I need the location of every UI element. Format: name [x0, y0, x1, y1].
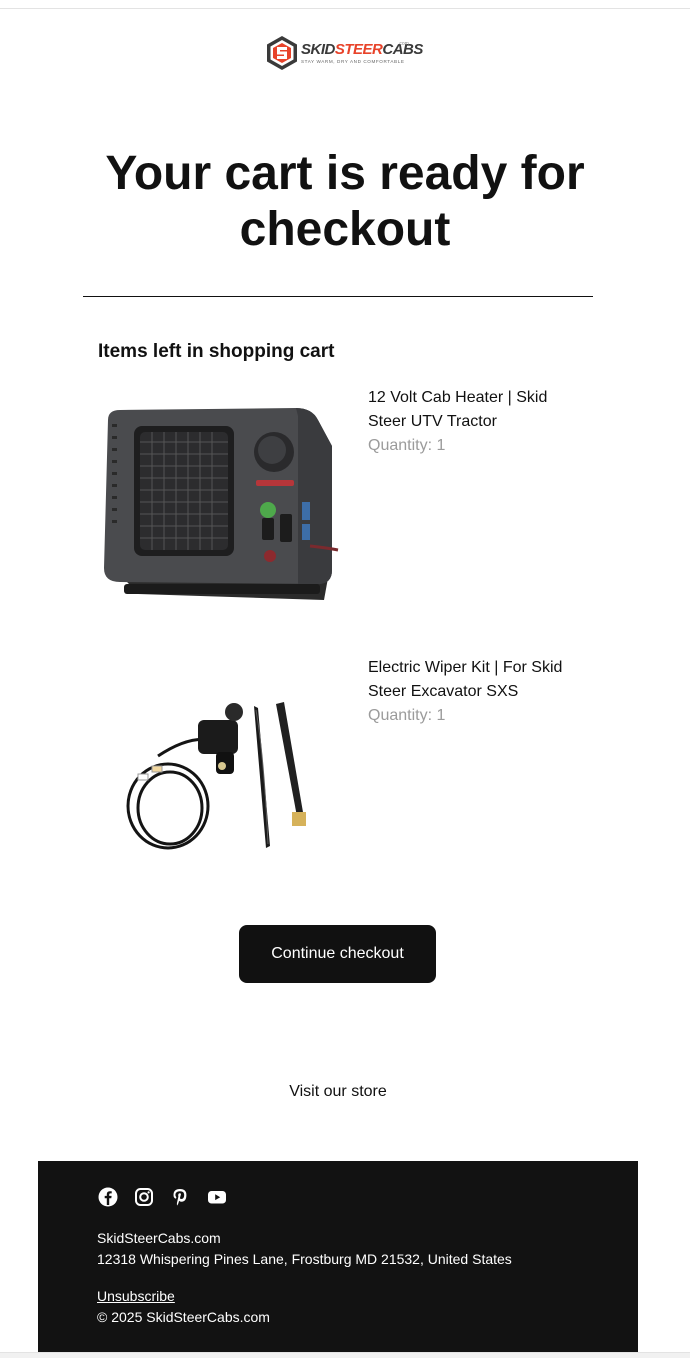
top-divider	[0, 8, 690, 9]
bottom-divider	[0, 1352, 690, 1358]
footer: SkidSteerCabs.com 12318 Whispering Pines…	[38, 1161, 638, 1352]
logo-domain: .com	[398, 41, 409, 47]
brand-logo[interactable]: SKIDSTEERCABS .com STAY WARM, DRY AND CO…	[266, 35, 423, 71]
page-title: Your cart is ready for checkout	[105, 147, 585, 256]
section-divider	[83, 296, 593, 297]
item-quantity: Quantity: 1	[368, 707, 446, 724]
facebook-icon[interactable]	[97, 1186, 119, 1208]
logo-hex-icon	[267, 36, 297, 70]
cart-item: Electric Wiper Kit | For Skid Steer Exca…	[98, 656, 578, 906]
footer-address: 12318 Whispering Pines Lane, Frostburg M…	[97, 1251, 512, 1267]
visit-store-link[interactable]: Visit our store	[0, 1080, 676, 1104]
cart-item: 12 Volt Cab Heater | Skid Steer UTV Trac…	[98, 386, 578, 636]
cart-section-title: Items left in shopping cart	[98, 341, 335, 362]
continue-checkout-button[interactable]: Continue checkout	[239, 925, 436, 983]
logo-tagline: STAY WARM, DRY AND COMFORTABLE	[301, 59, 405, 64]
instagram-icon[interactable]	[133, 1186, 155, 1208]
item-quantity: Quantity: 1	[368, 437, 446, 454]
pinterest-icon[interactable]	[169, 1186, 191, 1208]
footer-company: SkidSteerCabs.com	[97, 1230, 221, 1246]
footer-copyright: © 2025 SkidSteerCabs.com	[97, 1309, 270, 1325]
youtube-icon[interactable]	[206, 1186, 228, 1208]
wiper-kit-image[interactable]	[98, 656, 340, 892]
item-name[interactable]: 12 Volt Cab Heater | Skid Steer UTV Trac…	[368, 386, 578, 434]
cab-heater-image[interactable]	[98, 386, 340, 622]
item-name[interactable]: Electric Wiper Kit | For Skid Steer Exca…	[368, 656, 578, 704]
unsubscribe-link[interactable]: Unsubscribe	[97, 1286, 175, 1306]
